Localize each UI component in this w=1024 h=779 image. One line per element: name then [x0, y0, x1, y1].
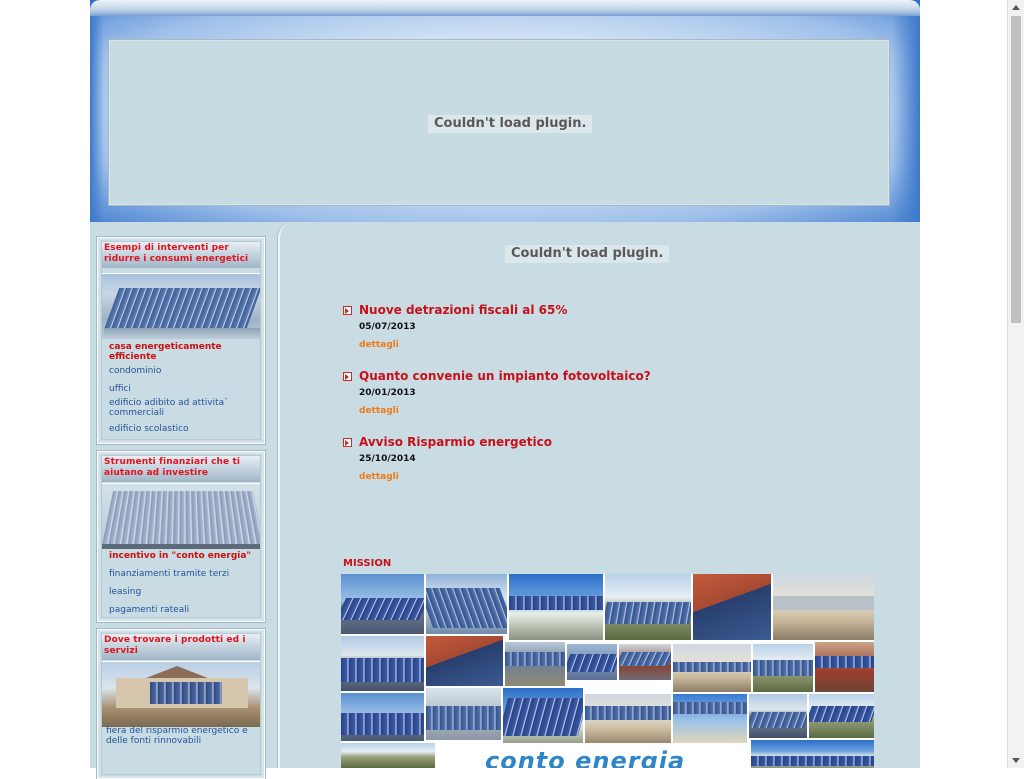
sidebar-box-title: Dove trovare i prodotti ed i servizi — [102, 634, 260, 660]
news-details-link[interactable]: dettagli — [359, 472, 399, 482]
news-item: Quanto convenie un impianto fotovoltaico… — [343, 369, 743, 419]
solar-panel-photo — [693, 574, 771, 640]
solar-panel-photo — [751, 740, 874, 768]
solar-array-photo — [102, 483, 260, 549]
solar-panel-photo — [673, 694, 747, 746]
solar-panel-photo — [341, 743, 435, 768]
news-details-link[interactable]: dettagli — [359, 340, 399, 350]
bullet-arrow-icon — [343, 306, 352, 315]
news-details-link[interactable]: dettagli — [359, 406, 399, 416]
bullet-arrow-icon — [343, 438, 352, 447]
scrollbar-thumb[interactable] — [1011, 16, 1021, 323]
solar-panel-photo — [503, 688, 583, 746]
sidebar-link-fiera[interactable]: fiera del risparmio energetico e delle f… — [106, 726, 258, 746]
news-title-link[interactable]: Nuove detrazioni fiscali al 65% — [359, 303, 567, 317]
solar-panel-photo — [426, 574, 507, 634]
solar-panel-photo — [673, 644, 751, 692]
plugin-error-message: Couldn't load plugin. — [428, 115, 593, 133]
sidebar-box-title: Strumenti finanziari che ti aiutano ad i… — [102, 456, 260, 482]
news-date: 05/07/2013 — [359, 322, 416, 332]
mission-photo-collage: conto energia — [341, 574, 874, 768]
scroll-down-arrow-icon[interactable] — [1008, 752, 1024, 768]
vertical-scrollbar[interactable] — [1007, 0, 1024, 768]
news-item: Avviso Risparmio energetico 25/10/2014 d… — [343, 435, 743, 485]
sidebar-link-uffici[interactable]: uffici — [109, 384, 259, 394]
sidebar-box-finance: Strumenti finanziari che ti aiutano ad i… — [97, 451, 265, 622]
solar-panel-photo — [749, 694, 807, 738]
news-title-link[interactable]: Quanto convenie un impianto fotovoltaico… — [359, 369, 651, 383]
sidebar-link-scolastico[interactable]: edificio scolastico — [109, 424, 259, 434]
news-date: 20/01/2013 — [359, 388, 416, 398]
main-content: Couldn't load plugin. Nuove detrazioni f… — [295, 222, 920, 768]
sidebar: Esempi di interventi per ridurre i consu… — [90, 222, 282, 779]
sidebar-link-conto-energia[interactable]: incentivo in "conto energia" — [109, 551, 259, 561]
mission-heading: MISSION — [343, 558, 392, 569]
solar-panel-photo — [509, 574, 603, 640]
solar-panel-photo — [341, 636, 424, 691]
conto-energia-logo: conto energia — [437, 743, 749, 768]
solar-panel-photo — [619, 644, 671, 680]
site-frame: Couldn't load plugin. Esempi di interven… — [90, 0, 920, 779]
solar-panel-photo — [426, 636, 503, 686]
solar-panel-photo — [605, 574, 691, 640]
solar-panel-photo — [567, 644, 617, 680]
sidebar-box-title: Esempi di interventi per ridurre i consu… — [102, 242, 260, 268]
scroll-up-arrow-icon[interactable] — [1008, 0, 1024, 16]
solar-panel-photo — [341, 693, 424, 741]
solar-panel-photo — [585, 694, 671, 746]
sidebar-link-finanziamenti[interactable]: finanziamenti tramite terzi — [109, 569, 259, 579]
news-title-link[interactable]: Avviso Risparmio energetico — [359, 435, 552, 449]
bullet-arrow-icon — [343, 372, 352, 381]
solar-panel-photo — [505, 642, 565, 686]
news-item: Nuove detrazioni fiscali al 65% 05/07/20… — [343, 303, 743, 353]
solar-panel-photo — [341, 574, 424, 634]
solar-panel-photo — [773, 574, 874, 640]
solar-house-photo — [102, 661, 260, 727]
sidebar-link-leasing[interactable]: leasing — [109, 587, 259, 597]
sidebar-box-interventions: Esempi di interventi per ridurre i consu… — [97, 237, 265, 444]
sidebar-link-rateali[interactable]: pagamenti rateali — [109, 605, 259, 615]
solar-panel-photo — [753, 644, 813, 692]
sidebar-link-condominio[interactable]: condominio — [109, 366, 259, 376]
solar-panel-photo — [426, 688, 501, 740]
sidebar-box-products: Dove trovare i prodotti ed i servizi fie… — [97, 629, 265, 779]
news-date: 25/10/2014 — [359, 454, 416, 464]
solar-panel-photo — [809, 694, 874, 738]
solar-roof-photo — [102, 273, 260, 339]
header-plugin-placeholder[interactable]: Couldn't load plugin. — [108, 39, 890, 206]
solar-panel-photo — [815, 642, 874, 692]
sidebar-link-casa-efficiente[interactable]: casa energeticamente efficiente — [109, 342, 259, 362]
header-banner: Couldn't load plugin. — [90, 0, 920, 222]
plugin-error-message[interactable]: Couldn't load plugin. — [505, 245, 670, 263]
sidebar-link-commerciali[interactable]: edificio adibito ad attivita` commercial… — [109, 398, 259, 418]
header-top-bar — [90, 0, 920, 16]
